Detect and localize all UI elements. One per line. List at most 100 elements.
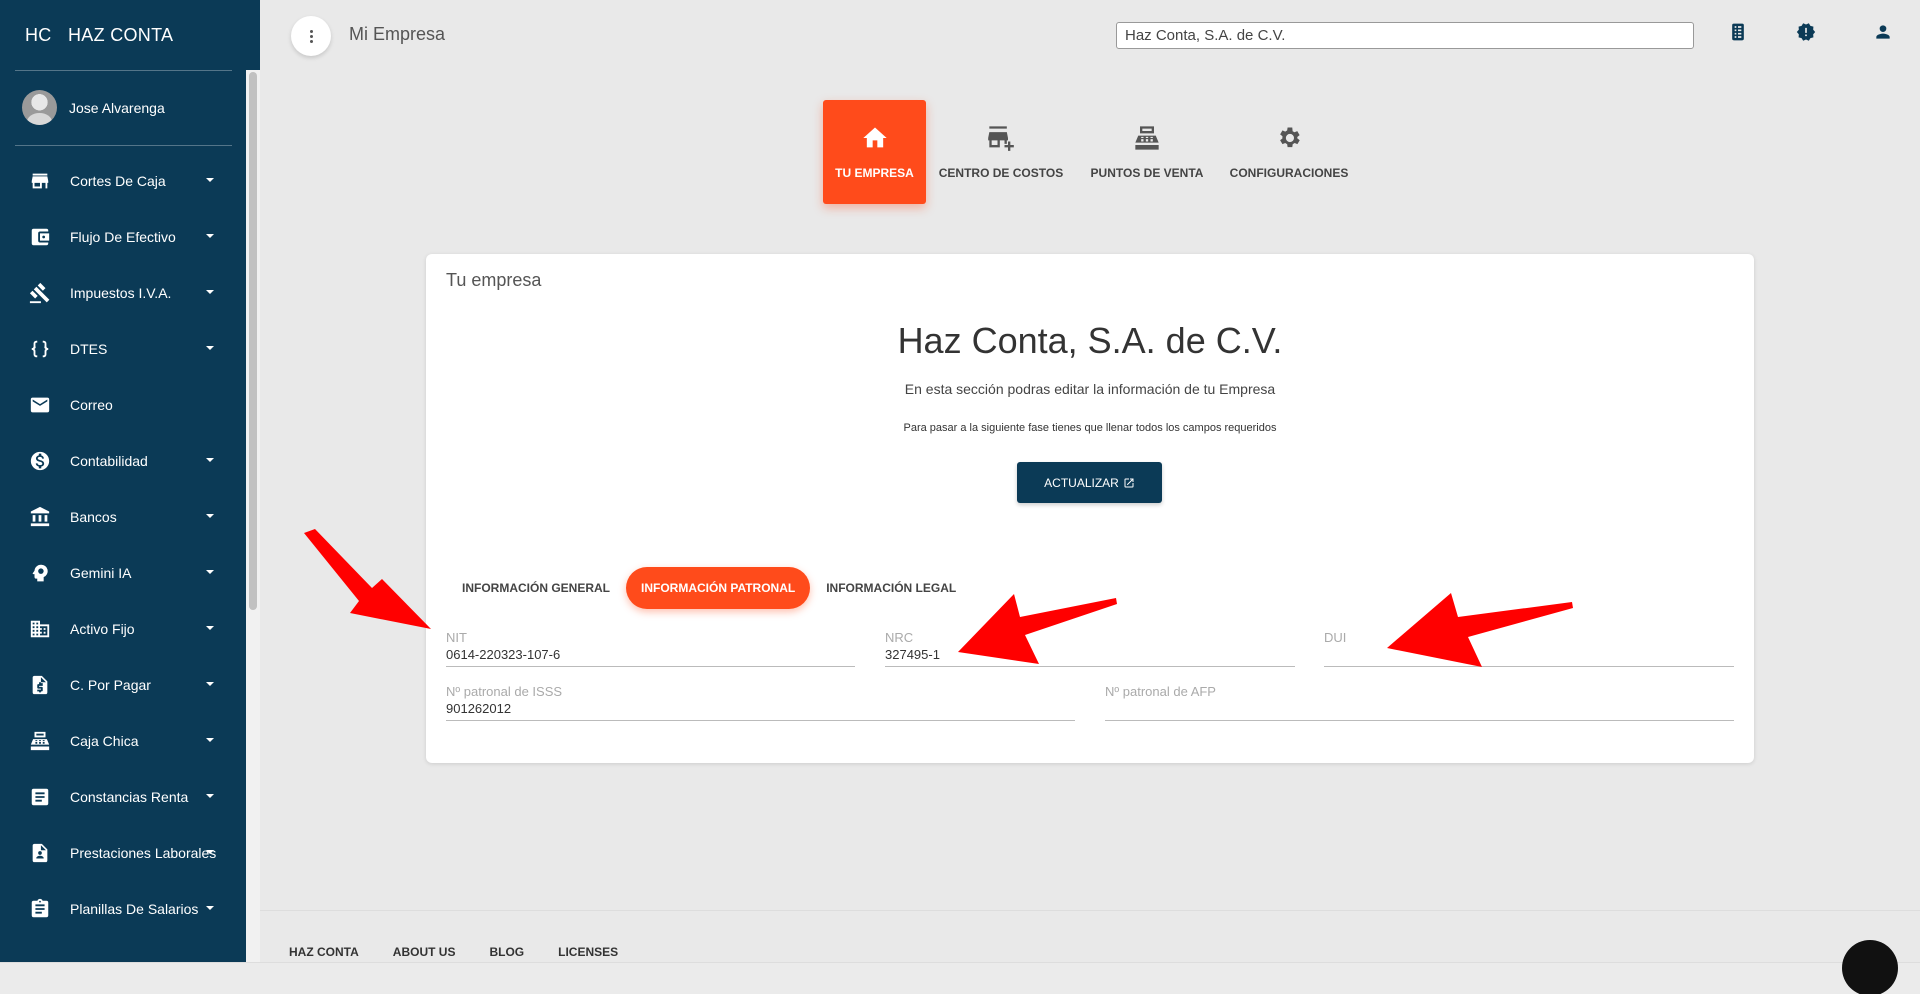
afp-label: Nº patronal de AFP: [1105, 684, 1216, 699]
isss-field[interactable]: Nº patronal de ISSS 901262012: [446, 684, 1075, 721]
step-puntos-de-venta[interactable]: PUNTOS DE VENTA: [1076, 100, 1218, 204]
sidebar-item-label: Planillas De Salarios: [70, 901, 199, 917]
footer-divider: [260, 910, 1920, 911]
alert-badge-icon[interactable]: [1796, 22, 1818, 44]
tab-informacion-general[interactable]: INFORMACIÓN GENERAL: [446, 567, 626, 609]
update-button-label: ACTUALIZAR: [1044, 475, 1119, 490]
isss-value: 901262012: [446, 701, 512, 716]
sidebar-item-label: Bancos: [70, 509, 117, 525]
brand[interactable]: HC HAZ CONTA: [0, 0, 260, 70]
footer-link-haz-conta[interactable]: HAZ CONTA: [289, 945, 359, 959]
sidebar-item-cortes-de-caja[interactable]: Cortes De Caja: [0, 153, 246, 209]
sidebar-divider: [15, 70, 232, 71]
building-icon: [28, 617, 52, 641]
caret-down-icon: [206, 234, 214, 238]
wallet-icon: [28, 225, 52, 249]
company-card: Tu empresa Haz Conta, S.A. de C.V. En es…: [426, 254, 1754, 763]
sidebar-item-flujo-de-efectivo[interactable]: Flujo De Efectivo: [0, 209, 246, 265]
step-label: CONFIGURACIONES: [1229, 166, 1349, 180]
caret-down-icon: [206, 626, 214, 630]
store-icon: [28, 169, 52, 193]
sidebar-item-label: Prestaciones Laborales: [70, 845, 217, 861]
caret-down-icon: [206, 178, 214, 182]
gavel-icon: [28, 281, 52, 305]
step-centro-de-costos[interactable]: CENTRO DE COSTOS: [926, 100, 1076, 204]
footer: HAZ CONTA ABOUT US BLOG LICENSES: [289, 945, 652, 959]
more-vertical-icon: [309, 34, 313, 38]
person-icon[interactable]: [1873, 22, 1895, 44]
info-tabs: INFORMACIÓN GENERAL INFORMACIÓN PATRONAL…: [446, 567, 972, 609]
caret-down-icon: [206, 290, 214, 294]
sidebar-scrollbar[interactable]: [246, 70, 260, 962]
sidebar-item-contabilidad[interactable]: Contabilidad: [0, 433, 246, 489]
page-title: Mi Empresa: [349, 24, 446, 44]
caret-down-icon: [206, 346, 214, 350]
caret-down-icon: [206, 514, 214, 518]
avatar: [22, 90, 57, 125]
caret-down-icon: [206, 570, 214, 574]
sidebar-item-planillas-de-salarios[interactable]: Planillas De Salarios: [0, 881, 246, 937]
sidebar-item-label: Gemini IA: [70, 565, 132, 581]
mail-icon: [28, 393, 52, 417]
sidebar-item-label: Activo Fijo: [70, 621, 135, 637]
tab-informacion-patronal[interactable]: INFORMACIÓN PATRONAL: [626, 567, 811, 609]
sidebar: HC HAZ CONTA Jose Alvarenga Cortes De Ca…: [0, 0, 260, 962]
cash-register-icon: [28, 729, 52, 753]
clipboard-icon: [28, 897, 52, 921]
brand-name: HAZ CONTA: [68, 24, 174, 45]
building-list-icon[interactable]: [1728, 22, 1750, 44]
brand-mini: HC: [25, 24, 52, 45]
caret-down-icon: [206, 738, 214, 742]
braces-icon: [28, 337, 52, 361]
sidebar-item-c-por-pagar[interactable]: C. Por Pagar: [0, 657, 246, 713]
nit-value: 0614-220323-107-6: [446, 647, 561, 662]
sidebar-item-activo-fijo[interactable]: Activo Fijo: [0, 601, 246, 657]
topbar: Mi Empresa Haz Conta, S.A. de C.V.: [260, 0, 1920, 70]
sidebar-item-caja-chica[interactable]: Caja Chica: [0, 713, 246, 769]
edit-icon: [1124, 478, 1134, 487]
invoice-dollar-icon: [28, 673, 52, 697]
sidebar-toggle-button[interactable]: [291, 16, 331, 56]
footer-link-blog[interactable]: BLOG: [489, 945, 524, 959]
update-button[interactable]: ACTUALIZAR: [1017, 462, 1162, 503]
sidebar-item-prestaciones-laborales[interactable]: Prestaciones Laborales: [0, 825, 246, 881]
sidebar-item-label: Impuestos I.V.A.: [70, 285, 172, 301]
caret-down-icon: [206, 458, 214, 462]
sidebar-item-label: Contabilidad: [70, 453, 148, 469]
company-name: Haz Conta, S.A. de C.V.: [897, 320, 1283, 361]
tab-informacion-legal[interactable]: INFORMACIÓN LEGAL: [810, 567, 972, 609]
caret-down-icon: [206, 906, 214, 910]
sidebar-item-impuestos-iva[interactable]: Impuestos I.V.A.: [0, 265, 246, 321]
user-name: Jose Alvarenga: [69, 99, 165, 116]
nit-label: NIT: [446, 630, 467, 645]
sidebar-item-gemini-ia[interactable]: Gemini IA: [0, 545, 246, 601]
step-configuraciones[interactable]: CONFIGURACIONES: [1218, 100, 1360, 204]
nit-field[interactable]: NIT 0614-220323-107-6: [446, 630, 855, 667]
sidebar-item-constancias-renta[interactable]: Constancias Renta: [0, 769, 246, 825]
footer-link-licenses[interactable]: LICENSES: [558, 945, 618, 959]
caret-down-icon: [206, 794, 214, 798]
step-label: CENTRO DE COSTOS: [938, 166, 1064, 180]
bank-icon: [28, 505, 52, 529]
sidebar-user[interactable]: Jose Alvarenga: [0, 70, 260, 145]
home-icon: [862, 127, 887, 148]
sidebar-item-bancos[interactable]: Bancos: [0, 489, 246, 545]
chat-button[interactable]: [1842, 940, 1898, 994]
company-select[interactable]: Haz Conta, S.A. de C.V.: [1116, 22, 1694, 49]
footer-link-about-us[interactable]: ABOUT US: [393, 945, 456, 959]
dollar-circle-icon: [28, 449, 52, 473]
sidebar-item-dtes[interactable]: DTES: [0, 321, 246, 377]
sidebar-item-label: C. Por Pagar: [70, 677, 151, 693]
sidebar-item-correo[interactable]: Correo: [0, 377, 246, 433]
caret-down-icon: [206, 682, 214, 686]
scrollbar-thumb[interactable]: [249, 72, 257, 610]
afp-field[interactable]: Nº patronal de AFP: [1105, 684, 1734, 721]
annotation-arrow-nit: [304, 529, 431, 629]
annotation-arrow-nrc: [958, 594, 1117, 664]
nrc-value: 327495-1: [885, 647, 940, 662]
sidebar-nav: Cortes De Caja Flujo De Efectivo Impuest…: [0, 153, 246, 937]
caret-down-icon: [206, 850, 214, 854]
gear-icon: [1280, 127, 1300, 148]
step-tu-empresa[interactable]: TU EMPRESA: [823, 100, 926, 204]
card-hint: Para pasar a la siguiente fase tienes qu…: [903, 422, 1277, 434]
